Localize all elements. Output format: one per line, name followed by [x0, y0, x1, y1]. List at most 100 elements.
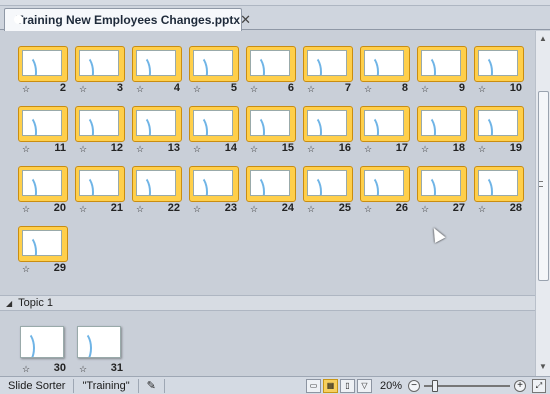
slide-number: 29 — [53, 262, 66, 274]
slide-transition-icon[interactable]: ☆ — [79, 84, 87, 95]
slide-number: 23 — [224, 202, 237, 214]
slide-thumbnail[interactable]: ☆ 7 — [303, 46, 353, 95]
theme-name[interactable]: "Training" — [74, 378, 139, 393]
slide-transition-icon[interactable]: ☆ — [79, 144, 87, 155]
slide-transition-icon[interactable]: ☆ — [22, 364, 30, 375]
slide-transition-icon[interactable]: ☆ — [79, 364, 87, 375]
slide-thumbnail[interactable]: ☆ 27 — [417, 166, 467, 215]
close-icon[interactable]: ✕ — [240, 12, 251, 28]
collapse-triangle-icon[interactable]: ◢ — [6, 299, 12, 308]
slide-preview — [79, 170, 119, 196]
slide-number: 18 — [452, 142, 465, 154]
slide-number: 22 — [167, 202, 180, 214]
slide-transition-icon[interactable]: ☆ — [250, 144, 258, 155]
slide-thumbnail[interactable]: ☆ 28 — [474, 166, 524, 215]
slide-thumbnail[interactable]: ☆ 9 — [417, 46, 467, 95]
document-tab-bar: Training New Employees Changes.pptx ✕ — [0, 6, 550, 31]
slide-number: 9 — [458, 82, 465, 94]
slide-number: 24 — [281, 202, 294, 214]
slide-transition-icon[interactable]: ☆ — [421, 204, 429, 215]
slide-number: 25 — [338, 202, 351, 214]
slide-thumbnail[interactable]: ☆ 17 — [360, 106, 410, 155]
slide-thumbnail[interactable]: ☆ 13 — [132, 106, 182, 155]
slide-transition-icon[interactable]: ☆ — [22, 204, 30, 215]
slide-thumbnail[interactable]: ☆ 3 — [75, 46, 125, 95]
slide-number: 5 — [230, 82, 237, 94]
slide-thumbnail[interactable]: ☆ 4 — [132, 46, 182, 95]
slide-transition-icon[interactable]: ☆ — [307, 204, 315, 215]
slide-thumbnail[interactable]: ☆ 23 — [189, 166, 239, 215]
slide-thumbnail[interactable]: ☆ 30 — [18, 326, 68, 375]
slide-transition-icon[interactable]: ☆ — [478, 144, 486, 155]
slide-transition-icon[interactable]: ☆ — [421, 84, 429, 95]
slide-transition-icon[interactable]: ☆ — [136, 204, 144, 215]
slide-thumbnail[interactable]: ☆ 22 — [132, 166, 182, 215]
slide-thumbnail[interactable]: ☆ 31 — [75, 326, 125, 375]
slide-transition-icon[interactable]: ☆ — [22, 264, 30, 275]
slide-preview — [307, 50, 347, 76]
slide-thumbnail[interactable]: ☆ 8 — [360, 46, 410, 95]
slide-sorter-view-icon[interactable]: ▦ — [322, 378, 338, 393]
zoom-level[interactable]: 20% — [380, 380, 402, 392]
slide-thumbnail[interactable]: ☆ 14 — [189, 106, 239, 155]
zoom-out-icon[interactable]: − — [408, 379, 420, 392]
slide-thumbnail[interactable]: ☆ 24 — [246, 166, 296, 215]
section-header-topic-1[interactable]: ◢ Topic 1 — [0, 295, 535, 311]
slide-thumbnail[interactable]: ☆ 29 — [18, 226, 68, 275]
slide-thumbnail[interactable]: ☆ 10 — [474, 46, 524, 95]
slide-preview — [20, 326, 64, 358]
slide-number: 27 — [452, 202, 465, 214]
slide-number: 26 — [395, 202, 408, 214]
reading-view-icon[interactable]: ▯ — [339, 378, 355, 393]
document-tab[interactable]: Training New Employees Changes.pptx ✕ — [4, 8, 251, 31]
zoom-slider[interactable] — [424, 379, 510, 392]
slide-transition-icon[interactable]: ☆ — [478, 204, 486, 215]
slide-preview — [364, 50, 404, 76]
zoom-slider-knob[interactable] — [432, 379, 438, 392]
slide-preview — [364, 170, 404, 196]
slide-preview — [193, 50, 233, 76]
slide-thumbnail[interactable]: ☆ 25 — [303, 166, 353, 215]
slide-show-view-icon[interactable]: ▽ — [356, 378, 372, 393]
slide-number: 21 — [110, 202, 123, 214]
vertical-scrollbar[interactable]: ▲ ▼ — [535, 31, 550, 376]
slide-thumbnail[interactable]: ☆ 2 — [18, 46, 68, 95]
slide-transition-icon[interactable]: ☆ — [193, 144, 201, 155]
slide-thumbnail[interactable]: ☆ 26 — [360, 166, 410, 215]
scroll-up-icon[interactable]: ▲ — [539, 34, 547, 43]
slide-transition-icon[interactable]: ☆ — [364, 84, 372, 95]
slide-transition-icon[interactable]: ☆ — [478, 84, 486, 95]
slide-preview — [136, 50, 176, 76]
slide-transition-icon[interactable]: ☆ — [250, 84, 258, 95]
slide-transition-icon[interactable]: ☆ — [79, 204, 87, 215]
slide-transition-icon[interactable]: ☆ — [22, 144, 30, 155]
slide-transition-icon[interactable]: ☆ — [307, 144, 315, 155]
slide-transition-icon[interactable]: ☆ — [250, 204, 258, 215]
zoom-in-icon[interactable]: + — [514, 379, 526, 392]
slide-transition-icon[interactable]: ☆ — [364, 204, 372, 215]
slide-transition-icon[interactable]: ☆ — [307, 84, 315, 95]
slide-number: 16 — [338, 142, 351, 154]
slide-transition-icon[interactable]: ☆ — [22, 84, 30, 95]
slide-thumbnail[interactable]: ☆ 5 — [189, 46, 239, 95]
slide-transition-icon[interactable]: ☆ — [193, 84, 201, 95]
slide-transition-icon[interactable]: ☆ — [364, 144, 372, 155]
slide-thumbnail[interactable]: ☆ 16 — [303, 106, 353, 155]
slide-thumbnail[interactable]: ☆ 6 — [246, 46, 296, 95]
slide-transition-icon[interactable]: ☆ — [136, 84, 144, 95]
slide-number: 13 — [167, 142, 180, 154]
slide-thumbnail[interactable]: ☆ 21 — [75, 166, 125, 215]
slide-thumbnail[interactable]: ☆ 18 — [417, 106, 467, 155]
normal-view-icon[interactable]: ▭ — [305, 378, 321, 393]
slide-thumbnail[interactable]: ☆ 20 — [18, 166, 68, 215]
slide-transition-icon[interactable]: ☆ — [421, 144, 429, 155]
slide-thumbnail[interactable]: ☆ 19 — [474, 106, 524, 155]
spell-check-icon[interactable]: ✎ — [139, 378, 165, 393]
scroll-down-icon[interactable]: ▼ — [539, 362, 547, 371]
slide-transition-icon[interactable]: ☆ — [193, 204, 201, 215]
fit-to-window-icon[interactable]: ⤢ — [532, 378, 546, 393]
slide-thumbnail[interactable]: ☆ 15 — [246, 106, 296, 155]
slide-thumbnail[interactable]: ☆ 12 — [75, 106, 125, 155]
slide-thumbnail[interactable]: ☆ 11 — [18, 106, 68, 155]
slide-transition-icon[interactable]: ☆ — [136, 144, 144, 155]
